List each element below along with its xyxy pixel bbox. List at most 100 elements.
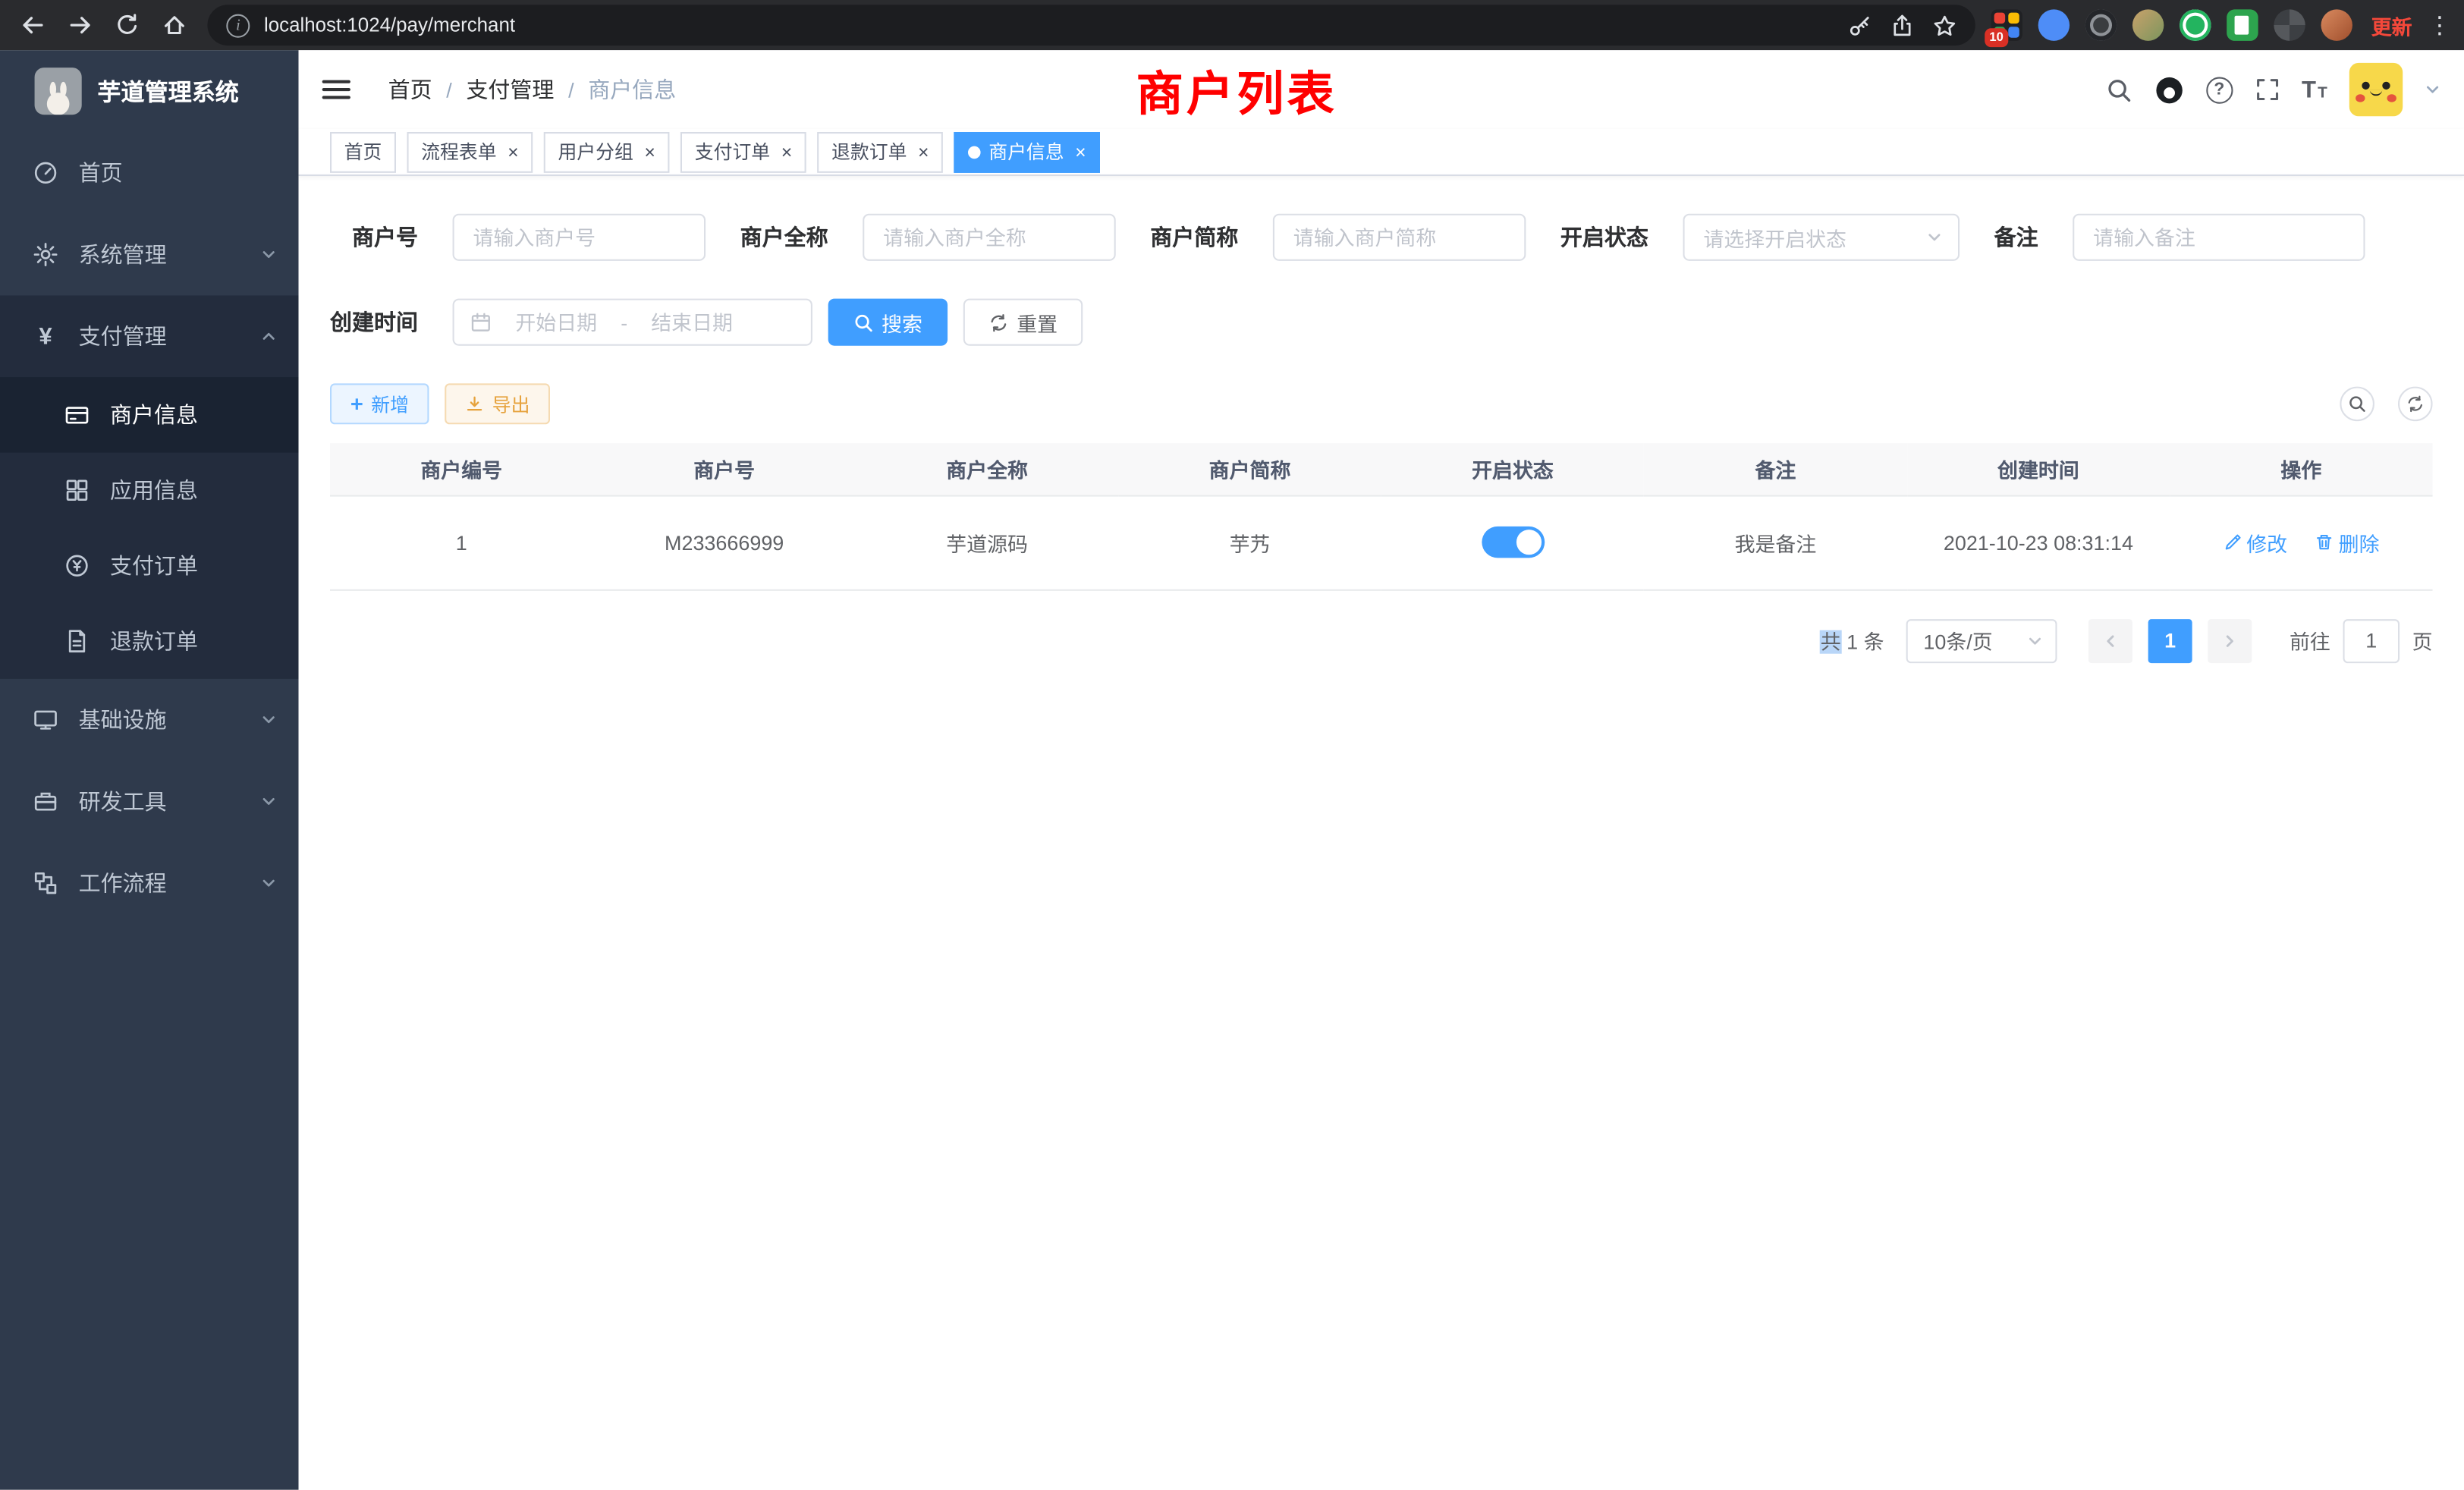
yen-icon: ¥	[31, 323, 59, 350]
site-info-icon[interactable]: i	[226, 14, 250, 37]
extension-icon-8[interactable]	[2321, 9, 2352, 40]
sidebar-item-system[interactable]: 系统管理	[0, 214, 299, 296]
col-full-name: 商户全称	[856, 443, 1118, 495]
full-name-input[interactable]	[863, 214, 1116, 261]
sidebar-item-home[interactable]: 首页	[0, 132, 299, 214]
chrome-update-button[interactable]: 更新	[2371, 10, 2412, 39]
next-page-button[interactable]	[2208, 618, 2252, 662]
date-range-picker[interactable]: -	[453, 299, 812, 346]
refresh-icon[interactable]	[107, 5, 148, 46]
search-icon[interactable]	[2105, 76, 2132, 102]
cell-status	[1381, 495, 1644, 589]
status-toggle[interactable]	[1482, 527, 1545, 558]
share-icon[interactable]	[1890, 14, 1914, 37]
tab-home[interactable]: 首页	[330, 131, 396, 172]
end-date-input[interactable]	[633, 310, 750, 334]
extension-icon-3[interactable]	[2085, 9, 2117, 40]
sidebar-item-payment[interactable]: ¥ 支付管理	[0, 295, 299, 377]
date-separator: -	[621, 310, 627, 334]
cell-short-name: 芋艿	[1118, 495, 1381, 589]
sidebar-item-app-info[interactable]: 应用信息	[0, 453, 299, 528]
cell-merchant-id: 1	[330, 495, 592, 589]
sidebar-item-pay-order[interactable]: 支付订单	[0, 528, 299, 603]
sidebar-item-label: 工作流程	[79, 867, 167, 898]
short-name-input[interactable]	[1273, 214, 1526, 261]
app-logo[interactable]: 芋道管理系统	[0, 50, 299, 132]
status-select[interactable]: 请选择开启状态	[1683, 214, 1960, 261]
github-icon[interactable]	[2154, 74, 2183, 104]
sidebar-item-label: 支付管理	[79, 321, 167, 352]
sidebar-item-refund-order[interactable]: 退款订单	[0, 603, 299, 678]
tab-merchant-info[interactable]: 商户信息×	[954, 131, 1101, 172]
close-icon[interactable]: ×	[644, 142, 655, 161]
toggle-search-button[interactable]	[2340, 387, 2374, 422]
close-icon[interactable]: ×	[1075, 142, 1086, 161]
sidebar-item-label: 退款订单	[110, 625, 198, 656]
tab-pay-order[interactable]: 支付订单×	[680, 131, 806, 172]
sidebar-item-infrastructure[interactable]: 基础设施	[0, 679, 299, 761]
extension-icon-2[interactable]	[2038, 9, 2070, 40]
browser-menu-icon[interactable]: ⋮	[2428, 11, 2451, 39]
page-size-select[interactable]: 10条/页	[1906, 618, 2057, 662]
breadcrumb: 首页 / 支付管理 / 商户信息	[388, 74, 677, 105]
close-icon[interactable]: ×	[918, 142, 929, 161]
export-button[interactable]: 导出	[445, 383, 551, 424]
close-icon[interactable]: ×	[508, 142, 519, 161]
extension-icon-7[interactable]	[2274, 9, 2305, 40]
sidebar-item-workflow[interactable]: 工作流程	[0, 842, 299, 924]
chevron-down-icon	[1927, 229, 1943, 245]
search-button[interactable]: 搜索	[828, 299, 948, 346]
extension-icon-6[interactable]	[2227, 9, 2258, 40]
page-content: 商户号 商户全称 商户简称 开启状态 请选择开启状态	[299, 176, 2464, 1490]
address-bar[interactable]: i localhost:1024/pay/merchant	[207, 5, 1975, 46]
chevron-down-icon	[261, 712, 277, 728]
password-key-icon[interactable]	[1848, 14, 1872, 37]
annotation-merchant-list: 商户列表	[1136, 55, 1337, 124]
bookmark-star-icon[interactable]	[1933, 14, 1956, 37]
help-icon[interactable]: ?	[2206, 76, 2233, 102]
start-date-input[interactable]	[498, 310, 614, 334]
prev-page-button[interactable]	[2088, 618, 2132, 662]
avatar-caret-icon[interactable]	[2425, 82, 2440, 98]
extension-icon-4[interactable]	[2132, 9, 2164, 40]
refresh-table-button[interactable]	[2398, 387, 2433, 422]
plus-icon: +	[350, 393, 363, 415]
col-remark: 备注	[1644, 443, 1906, 495]
back-icon[interactable]	[13, 5, 54, 46]
home-icon[interactable]	[154, 5, 195, 46]
edit-link[interactable]: 修改	[2223, 527, 2287, 557]
table-header-row: 商户编号 商户号 商户全称 商户简称 开启状态 备注 创建时间 操作	[330, 443, 2433, 495]
sidebar-item-label: 商户信息	[110, 399, 198, 430]
sidebar-toggle-icon[interactable]	[322, 80, 354, 99]
goto-label: 前往	[2290, 625, 2330, 655]
delete-link[interactable]: 删除	[2315, 527, 2380, 557]
add-button[interactable]: + 新增	[330, 383, 429, 424]
fullscreen-icon[interactable]	[2255, 77, 2280, 102]
merchant-no-input[interactable]	[453, 214, 706, 261]
tab-process-form[interactable]: 流程表单×	[407, 131, 533, 172]
page-number-1[interactable]: 1	[2148, 618, 2192, 662]
extension-icon-5[interactable]	[2180, 9, 2211, 40]
goto-page-input[interactable]	[2343, 618, 2400, 662]
remark-input[interactable]	[2073, 214, 2365, 261]
col-create-time: 创建时间	[1907, 443, 2170, 495]
extension-icon-1[interactable]: 10	[1991, 9, 2022, 40]
font-size-icon[interactable]: TT	[2302, 76, 2327, 102]
sidebar-item-dev-tools[interactable]: 研发工具	[0, 761, 299, 843]
breadcrumb-home[interactable]: 首页	[388, 74, 432, 105]
close-icon[interactable]: ×	[781, 142, 793, 161]
tab-refund-order[interactable]: 退款订单×	[817, 131, 943, 172]
breadcrumb-separator: /	[568, 78, 574, 102]
breadcrumb-payment[interactable]: 支付管理	[466, 74, 554, 105]
dashboard-icon	[31, 160, 59, 185]
reset-button[interactable]: 重置	[963, 299, 1083, 346]
table-toolbar: + 新增 导出	[330, 383, 2433, 424]
pay-order-icon	[63, 553, 91, 578]
user-avatar[interactable]	[2349, 63, 2403, 116]
tab-user-group[interactable]: 用户分组×	[544, 131, 670, 172]
full-name-label: 商户全称	[740, 222, 828, 253]
extension-badge: 10	[1985, 28, 2008, 47]
sidebar-item-merchant-info[interactable]: 商户信息	[0, 377, 299, 452]
url-text[interactable]: localhost:1024/pay/merchant	[264, 14, 1848, 36]
forward-icon[interactable]	[60, 5, 101, 46]
